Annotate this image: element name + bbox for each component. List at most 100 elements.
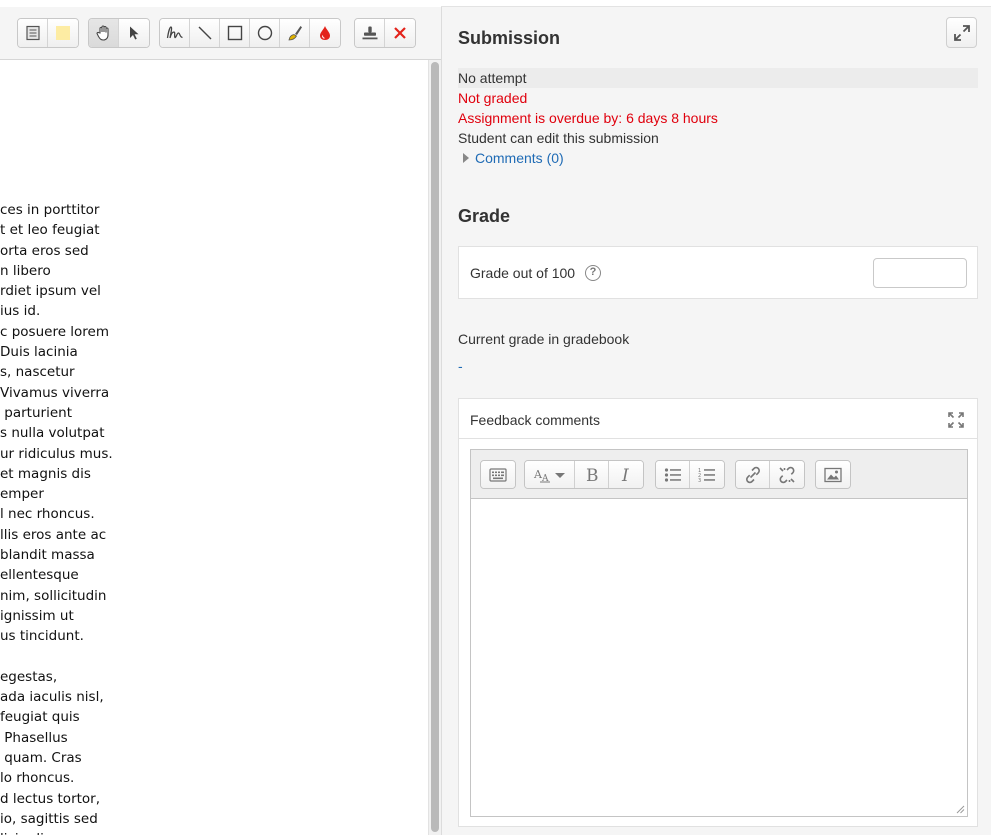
document-line: s nulla volutpat [0,425,105,442]
link-icon [745,466,760,483]
document-line: rdiet ipsum vel [0,283,101,300]
feedback-editor-area[interactable] [471,499,967,816]
document-line: ada iaculis nisl, [0,689,104,706]
rectangle-tool-button[interactable] [220,19,250,47]
fullscreen-button[interactable] [947,411,965,434]
document-line: io, sagittis sed [0,810,98,827]
editor-group-lists: 123 [655,460,725,489]
color-swatch-icon [56,26,70,40]
document-line: nim, sollicitudin [0,587,107,604]
stamp-cross-button[interactable] [385,19,415,47]
color-picker-button[interactable] [48,19,78,47]
document-line: lo rhoncus. [0,770,75,787]
rich-text-editor: AA B I 123 [470,449,968,817]
comments-link[interactable]: Comments (0) [475,148,564,168]
grade-heading: Grade [458,206,511,226]
unlink-button[interactable] [770,461,804,488]
document-line: ignissim ut [0,607,74,624]
document-line: l nec rhoncus. [0,506,95,523]
help-icon[interactable]: ? [585,265,601,281]
rectangle-icon [227,25,242,41]
editor-group-toggle [480,460,516,489]
comments-toggle[interactable]: Comments (0) [458,148,978,168]
unlink-icon [779,466,795,483]
document-line: Duis lacinia [0,344,78,361]
submission-status-table: No attempt Not graded Assignment is over… [458,68,978,168]
link-button[interactable] [736,461,770,488]
current-grade-value[interactable]: - [458,358,463,374]
italic-icon: I [621,466,629,484]
editor-group-text: AA B I [524,460,644,489]
document-line: s, nascetur [0,364,75,381]
ordered-list-button[interactable]: 123 [690,461,724,488]
grade-label: Grade out of 100 [470,265,576,281]
ink-color-icon [320,26,330,40]
document-line: ces in porttitor [0,202,100,218]
scrollbar-thumb[interactable] [431,62,439,832]
image-icon [824,467,842,482]
svg-text:B: B [586,466,599,484]
toolbar-toggle-button[interactable] [481,461,515,488]
highlight-tool-button[interactable] [280,19,310,47]
drag-hand-icon [96,25,109,41]
grade-input[interactable] [873,258,967,288]
resize-handle-icon[interactable] [955,804,965,814]
document-line: orta eros sed [0,242,89,259]
unordered-list-button[interactable] [656,461,690,488]
grading-status: Not graded [458,90,528,106]
pen-icon [166,26,183,39]
stamp-icon [362,26,377,40]
tool-group-comment [17,18,79,48]
oval-icon [257,25,272,41]
document-line: t et leo feugiat [0,222,100,239]
comment-search-button[interactable] [18,19,48,47]
grade-form-row: Grade out of 100 ? [458,246,978,299]
svg-text:3: 3 [698,478,701,483]
bold-button[interactable]: B [575,461,609,488]
document-line: Phasellus [0,729,68,746]
document-line: llis eros ante ac [0,526,107,543]
annotation-toolbar [0,7,441,60]
pen-tool-button[interactable] [160,19,190,47]
font-size-icon: AA [533,468,565,483]
document-text: ces in porttitor t et leo feugiat orta ero… [0,200,113,835]
select-pointer-icon [130,26,139,40]
grading-panel: Submission No attempt Not graded Assignm… [441,7,991,835]
font-size-button[interactable]: AA [525,461,575,488]
svg-text:I: I [621,466,629,484]
bold-icon: B [586,466,599,484]
document-line: ius id. [0,303,41,320]
line-tool-button[interactable] [190,19,220,47]
edit-status: Student can edit this submission [458,130,659,146]
expand-panel-button[interactable] [946,17,977,48]
stamp-cross-icon [394,27,406,39]
submission-status: No attempt [458,68,978,88]
pdf-document-page[interactable]: ces in porttitor t et leo feugiat orta ero… [0,60,428,835]
highlighter-icon [288,26,302,41]
stamp-tool-button[interactable] [355,19,385,47]
document-line: d lectus tortor, [0,790,101,807]
submission-heading: Submission [458,28,561,48]
fullscreen-icon [948,412,964,428]
document-line: ellentesque [0,567,79,584]
ink-color-button[interactable] [310,19,340,47]
line-icon [198,26,211,40]
editor-group-links [735,460,805,489]
document-line: blandit massa [0,547,95,564]
feedback-header: Feedback comments [459,399,977,439]
tool-group-stamp [354,18,416,48]
unordered-list-icon [664,467,681,482]
oval-tool-button[interactable] [250,19,280,47]
document-line: parturient [0,404,72,421]
insert-image-button[interactable] [816,461,850,488]
drag-tool-button[interactable] [89,19,119,47]
ordered-list-icon: 123 [698,468,715,483]
expand-arrows-icon [953,24,970,41]
document-line: c posuere lorem [0,323,110,340]
feedback-comments-section: Feedback comments AA B I 1 2 3 [458,398,978,827]
document-line: n libero [0,262,51,279]
document-line: us tincidunt. [0,628,84,645]
select-tool-button[interactable] [119,19,149,47]
italic-button[interactable]: I [609,461,643,488]
document-scrollbar[interactable] [428,60,441,835]
